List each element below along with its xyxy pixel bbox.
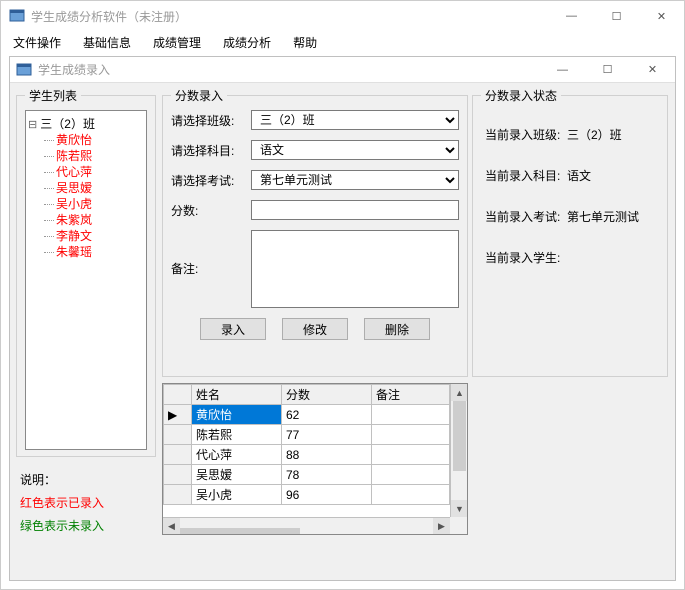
tree-student[interactable]: 吴小虎: [56, 196, 144, 212]
cell-score[interactable]: 62: [282, 405, 372, 425]
student-tree[interactable]: 三（2）班 黄欣怡陈若熙代心萍吴思嫒吴小虎朱紫岚李静文朱馨瑶: [25, 110, 147, 450]
child-titlebar: 学生成绩录入 ― ☐ ✕: [10, 57, 675, 83]
maximize-button[interactable]: ☐: [594, 1, 639, 31]
desc-red: 红色表示已录入: [20, 494, 152, 511]
menu-analysis[interactable]: 成绩分析: [223, 34, 271, 51]
cell-remark[interactable]: [372, 485, 450, 505]
status-group: 分数录入状态 当前录入班级: 三（2）班 当前录入科目: 语文 当前录入考试: …: [472, 87, 668, 377]
menu-file[interactable]: 文件操作: [13, 34, 61, 51]
score-entry-group: 分数录入 请选择班级: 三（2）班 请选择科目: 语文 请选择考试: 第七单元测…: [162, 87, 468, 377]
app-icon: [9, 8, 25, 24]
status-class-value: 三（2）班: [567, 126, 622, 143]
edit-button[interactable]: 修改: [282, 318, 348, 340]
child-maximize-button[interactable]: ☐: [585, 55, 630, 85]
cell-score[interactable]: 78: [282, 465, 372, 485]
child-close-button[interactable]: ✕: [630, 55, 675, 85]
status-student-label: 当前录入学生:: [485, 249, 567, 266]
grid-header-remark[interactable]: 备注: [372, 385, 450, 405]
delete-button[interactable]: 删除: [364, 318, 430, 340]
child-title: 学生成绩录入: [38, 61, 110, 78]
status-legend: 分数录入状态: [481, 87, 561, 104]
status-subject-label: 当前录入科目:: [485, 167, 567, 184]
grid-corner: [164, 385, 192, 405]
scroll-left-icon[interactable]: ◀: [163, 518, 180, 535]
tree-student[interactable]: 黄欣怡: [56, 132, 144, 148]
main-titlebar: 学生成绩分析软件（未注册） ― ☐ ✕: [1, 1, 684, 31]
grid-vscrollbar[interactable]: ▲ ▼: [450, 384, 467, 517]
tree-student[interactable]: 朱紫岚: [56, 212, 144, 228]
child-icon: [16, 62, 32, 78]
status-exam-value: 第七单元测试: [567, 208, 639, 225]
student-list-legend: 学生列表: [25, 87, 81, 104]
remark-label: 备注:: [171, 260, 251, 277]
score-entry-legend: 分数录入: [171, 87, 227, 104]
tree-student[interactable]: 代心萍: [56, 164, 144, 180]
scroll-down-icon[interactable]: ▼: [451, 500, 468, 517]
desc-green: 绿色表示未录入: [20, 517, 152, 534]
table-row[interactable]: 代心萍88: [164, 445, 450, 465]
menu-score[interactable]: 成绩管理: [153, 34, 201, 51]
subject-label: 请选择科目:: [171, 142, 251, 159]
desc-legend: 说明：: [20, 471, 152, 488]
cell-score[interactable]: 88: [282, 445, 372, 465]
main-title: 学生成绩分析软件（未注册）: [31, 8, 187, 25]
subject-select[interactable]: 语文: [251, 140, 459, 160]
menu-help[interactable]: 帮助: [293, 34, 317, 51]
student-list-group: 学生列表 三（2）班 黄欣怡陈若熙代心萍吴思嫒吴小虎朱紫岚李静文朱馨瑶: [16, 87, 156, 457]
cell-remark[interactable]: [372, 405, 450, 425]
remark-input[interactable]: [251, 230, 459, 308]
row-header[interactable]: ▶: [164, 405, 192, 425]
description-group: 说明： 红色表示已录入 绿色表示未录入: [16, 465, 156, 540]
class-select[interactable]: 三（2）班: [251, 110, 459, 130]
tree-student[interactable]: 李静文: [56, 228, 144, 244]
tree-student[interactable]: 陈若熙: [56, 148, 144, 164]
exam-label: 请选择考试:: [171, 172, 251, 189]
table-row[interactable]: 吴思嫒78: [164, 465, 450, 485]
cell-name[interactable]: 代心萍: [192, 445, 282, 465]
cell-name[interactable]: 吴思嫒: [192, 465, 282, 485]
cell-name[interactable]: 吴小虎: [192, 485, 282, 505]
cell-name[interactable]: 黄欣怡: [192, 405, 282, 425]
child-window: 学生成绩录入 ― ☐ ✕ 学生列表 三（2）班 黄欣怡陈若熙代心萍吴思嫒吴小虎朱…: [9, 56, 676, 581]
row-header[interactable]: [164, 425, 192, 445]
table-row[interactable]: ▶黄欣怡62: [164, 405, 450, 425]
tree-root[interactable]: 三（2）班: [28, 115, 144, 132]
grid-hscrollbar[interactable]: ◀ ▶: [163, 517, 450, 534]
score-input[interactable]: [251, 200, 459, 220]
grid-header-score[interactable]: 分数: [282, 385, 372, 405]
add-button[interactable]: 录入: [200, 318, 266, 340]
cell-remark[interactable]: [372, 445, 450, 465]
tree-student[interactable]: 朱馨瑶: [56, 244, 144, 260]
cell-score[interactable]: 77: [282, 425, 372, 445]
cell-score[interactable]: 96: [282, 485, 372, 505]
tree-student[interactable]: 吴思嫒: [56, 180, 144, 196]
grid-header-name[interactable]: 姓名: [192, 385, 282, 405]
class-label: 请选择班级:: [171, 112, 251, 129]
scroll-right-icon[interactable]: ▶: [433, 518, 450, 535]
cell-remark[interactable]: [372, 425, 450, 445]
close-button[interactable]: ✕: [639, 1, 684, 31]
minimize-button[interactable]: ―: [549, 1, 594, 31]
row-header[interactable]: [164, 465, 192, 485]
table-row[interactable]: 吴小虎96: [164, 485, 450, 505]
child-minimize-button[interactable]: ―: [540, 55, 585, 85]
cell-name[interactable]: 陈若熙: [192, 425, 282, 445]
table-row[interactable]: 陈若熙77: [164, 425, 450, 445]
exam-select[interactable]: 第七单元测试: [251, 170, 459, 190]
menubar: 文件操作 基础信息 成绩管理 成绩分析 帮助: [1, 31, 684, 53]
status-exam-label: 当前录入考试:: [485, 208, 567, 225]
score-grid[interactable]: 姓名 分数 备注 ▶黄欣怡62陈若熙77代心萍88吴思嫒78吴小虎96 ▲ ▼ …: [162, 383, 468, 535]
row-header[interactable]: [164, 445, 192, 465]
scroll-up-icon[interactable]: ▲: [451, 384, 468, 401]
score-label: 分数:: [171, 202, 251, 219]
status-subject-value: 语文: [567, 167, 591, 184]
row-header[interactable]: [164, 485, 192, 505]
cell-remark[interactable]: [372, 465, 450, 485]
status-class-label: 当前录入班级:: [485, 126, 567, 143]
menu-basic[interactable]: 基础信息: [83, 34, 131, 51]
